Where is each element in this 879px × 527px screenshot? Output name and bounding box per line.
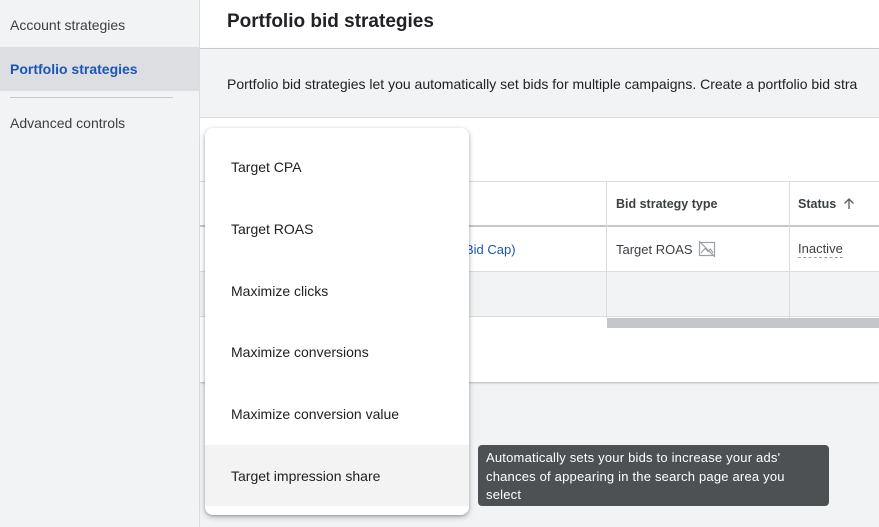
sidebar-item-portfolio-strategies[interactable]: Portfolio strategies bbox=[0, 47, 199, 91]
menu-item-label: Maximize conversions bbox=[231, 343, 369, 360]
menu-item-target-impression-share[interactable]: Target impression share bbox=[205, 445, 469, 506]
status-badge[interactable]: Inactive bbox=[798, 241, 843, 258]
info-banner: Portfolio bid strategies let you automat… bbox=[200, 50, 879, 118]
column-divider bbox=[606, 181, 607, 318]
strategy-type: Target ROAS bbox=[616, 241, 693, 257]
menu-item-maximize-clicks[interactable]: Maximize clicks bbox=[205, 260, 469, 321]
status-cell: Inactive bbox=[798, 227, 843, 271]
column-header-status[interactable]: Status bbox=[798, 182, 878, 226]
header-divider bbox=[200, 48, 879, 49]
menu-item-target-cpa[interactable]: Target CPA bbox=[205, 136, 469, 197]
tooltip: Automatically sets your bids to increase… bbox=[478, 445, 829, 506]
sidebar-item-label: Portfolio strategies bbox=[10, 61, 138, 77]
sidebar-item-account-strategies[interactable]: Account strategies bbox=[0, 3, 199, 47]
sidebar-item-advanced-controls[interactable]: Advanced controls bbox=[0, 101, 199, 145]
column-header-bid-strategy-type[interactable]: Bid strategy type bbox=[616, 182, 786, 226]
menu-item-label: Maximize conversion value bbox=[231, 405, 400, 422]
column-header-status-label: Status bbox=[798, 197, 837, 211]
menu-item-maximize-conversion-value[interactable]: Maximize conversion value bbox=[205, 383, 469, 444]
strategy-name-link[interactable]: Bid Cap) bbox=[465, 227, 516, 271]
menu-item-label: Target ROAS bbox=[231, 220, 314, 237]
info-text: Portfolio bid strategies let you automat… bbox=[227, 76, 858, 92]
sidebar-divider bbox=[10, 97, 173, 98]
menu-item-label: Target impression share bbox=[231, 467, 381, 484]
no-image-icon bbox=[698, 240, 716, 258]
sidebar: Account strategies Portfolio strategies … bbox=[0, 0, 200, 527]
menu-item-target-roas[interactable]: Target ROAS bbox=[205, 198, 469, 259]
column-divider bbox=[789, 181, 790, 318]
arrow-up-icon bbox=[844, 198, 855, 209]
menu-item-maximize-conversions[interactable]: Maximize conversions bbox=[205, 321, 469, 382]
menu-item-label: Target CPA bbox=[231, 158, 302, 175]
strategy-name: Bid Cap) bbox=[465, 241, 516, 257]
sidebar-item-label: Account strategies bbox=[10, 17, 126, 33]
strategy-type-cell: Target ROAS bbox=[616, 227, 716, 271]
page-title: Portfolio bid strategies bbox=[227, 11, 434, 32]
horizontal-scrollbar[interactable] bbox=[607, 318, 879, 328]
bid-strategy-type-menu: Target CPA Target ROAS Maximize clicks M… bbox=[205, 128, 469, 515]
menu-item-label: Maximize clicks bbox=[231, 282, 329, 299]
sidebar-item-label: Advanced controls bbox=[10, 115, 126, 131]
